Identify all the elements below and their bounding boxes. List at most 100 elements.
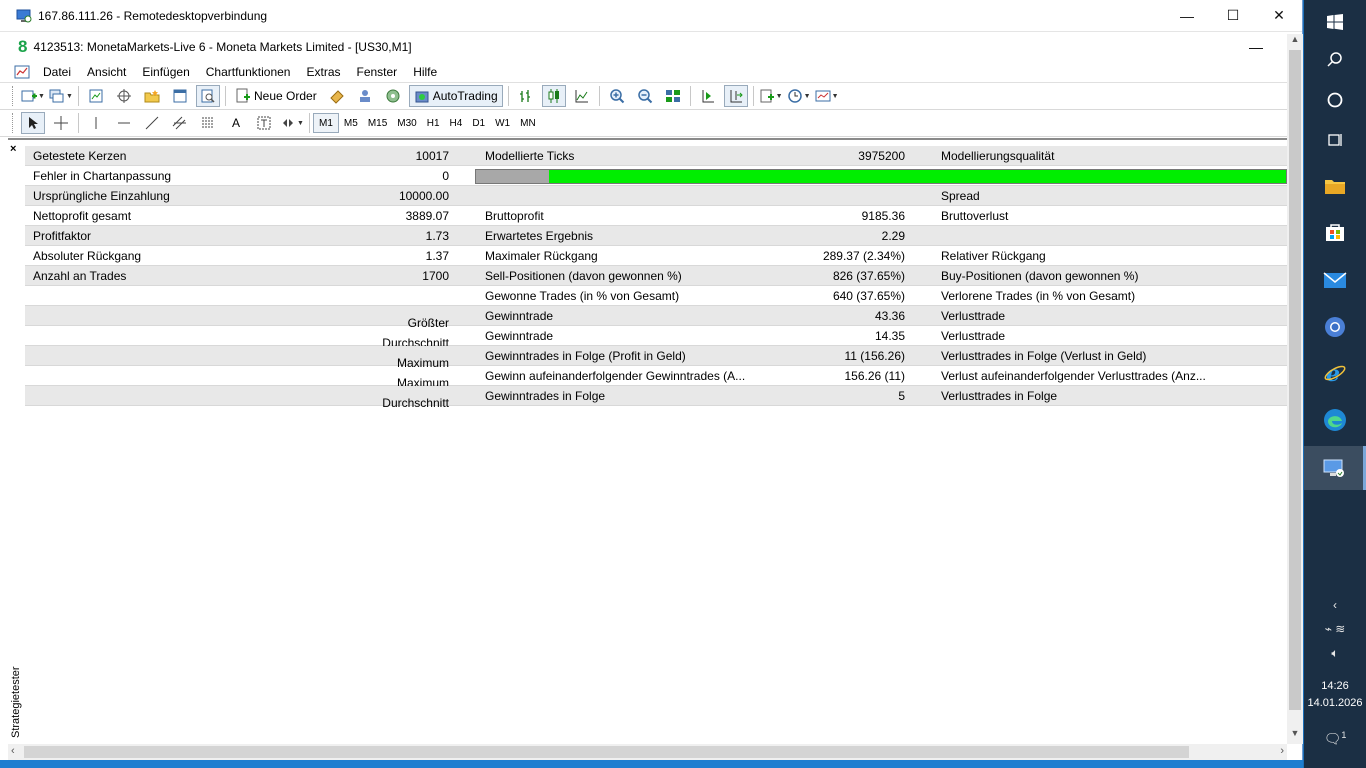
profiles-button[interactable]: ▼ xyxy=(49,85,73,107)
search-icon[interactable] xyxy=(1304,38,1366,82)
strategy-tester-button[interactable] xyxy=(196,85,220,107)
mail-icon[interactable] xyxy=(1304,258,1366,302)
navigator-button[interactable] xyxy=(112,85,136,107)
report-right-label: Spread xyxy=(941,188,980,203)
scroll-left-arrow-icon[interactable]: ‹ xyxy=(11,745,15,757)
action-center-notification-icon[interactable]: 🗨︎1 xyxy=(1304,730,1366,748)
report-row: Profitfaktor 1.73 Erwartetes Ergebnis 2.29 xyxy=(25,226,1287,246)
internet-explorer-icon[interactable]: e xyxy=(1304,351,1366,395)
scroll-down-arrow-icon[interactable]: ▼ xyxy=(1287,728,1303,744)
add-indicator-icon xyxy=(760,89,774,103)
templates-button[interactable]: ▼ xyxy=(815,85,839,107)
arrows-button[interactable]: ▼ xyxy=(280,112,304,134)
line-chart-button[interactable] xyxy=(570,85,594,107)
horizontal-scrollbar[interactable]: ‹ › xyxy=(8,744,1287,760)
crosshair-button[interactable] xyxy=(49,112,73,134)
menu-datei[interactable]: Datei xyxy=(36,65,80,79)
autoscroll-button[interactable] xyxy=(723,85,748,107)
indicators-button[interactable]: ▼ xyxy=(759,85,783,107)
vertical-scrollbar[interactable]: ▲ ▼ xyxy=(1287,34,1303,744)
chrome-icon[interactable] xyxy=(1304,305,1366,349)
cursor-button[interactable] xyxy=(21,112,45,134)
report-row: Durchschnitt Gewinntrades in Folge 5 Verlus… xyxy=(25,386,1287,410)
horizontal-line-button[interactable] xyxy=(112,112,136,134)
timeframe-d1[interactable]: D1 xyxy=(467,113,490,133)
rdp-maximize-button[interactable]: ☐ xyxy=(1210,0,1256,32)
vertical-line-button[interactable] xyxy=(84,112,108,134)
zoom-in-button[interactable] xyxy=(605,85,629,107)
menu-ansicht[interactable]: Ansicht xyxy=(80,65,135,79)
report-middle-label: Sell-Positionen (davon gewonnen %) xyxy=(485,268,682,283)
edge-icon[interactable] xyxy=(1304,398,1366,442)
toolbar-grip[interactable] xyxy=(12,86,15,106)
report-middle-cell: Modellierte Ticks 3975200 xyxy=(477,149,933,163)
timeframe-h4[interactable]: H4 xyxy=(445,113,468,133)
toolbar-grip[interactable] xyxy=(12,113,15,133)
signals-button[interactable] xyxy=(353,85,377,107)
trendline-button[interactable] xyxy=(140,112,164,134)
scroll-right-arrow-icon[interactable]: › xyxy=(1280,745,1284,757)
cursor-arrow-icon xyxy=(29,117,38,129)
network-wifi-icon[interactable]: ⌁ ≋ xyxy=(1304,622,1366,636)
report-right-label: Verlusttrades in Folge (Verlust in Geld) xyxy=(941,348,1147,363)
zoom-out-button[interactable] xyxy=(633,85,657,107)
crosshair-icon xyxy=(54,116,68,130)
menu-extras[interactable]: Extras xyxy=(299,65,349,79)
periods-button[interactable]: ▼ xyxy=(787,85,811,107)
new-chart-button[interactable]: ▼ xyxy=(21,85,45,107)
cortana-icon[interactable] xyxy=(1304,78,1366,122)
volume-speaker-icon[interactable]: 🔈︎ xyxy=(1304,646,1366,661)
report-middle-cell: Gewinntrades in Folge (Profit in Geld) 11… xyxy=(477,349,933,363)
timeframe-w1[interactable]: W1 xyxy=(490,113,515,133)
text-button[interactable]: A xyxy=(224,112,248,134)
report-right-label: Buy-Positionen (davon gewonnen %) xyxy=(941,268,1139,283)
equidistant-channel-button[interactable] xyxy=(168,112,192,134)
timeframe-mn[interactable]: MN xyxy=(515,113,541,133)
strategy-tester-tab[interactable]: Strategietester xyxy=(8,666,24,738)
tile-windows-button[interactable] xyxy=(661,85,685,107)
clock-time: 14:26 xyxy=(1321,680,1349,692)
autotrading-button[interactable]: AutoTrading xyxy=(408,85,503,107)
report-left-value: 1.37 xyxy=(425,248,449,263)
menu-hilfe[interactable]: Hilfe xyxy=(406,65,446,79)
report-right-label: Verlusttrade xyxy=(941,308,1006,323)
timeframe-m30[interactable]: M30 xyxy=(392,113,421,133)
report-middle-value: 640 (37.65%) xyxy=(832,288,905,303)
menu-fenster[interactable]: Fenster xyxy=(350,65,407,79)
menu-chartfunktionen[interactable]: Chartfunktionen xyxy=(199,65,300,79)
terminal-button[interactable] xyxy=(168,85,192,107)
timeframe-m15[interactable]: M15 xyxy=(363,113,392,133)
chart-window-icon[interactable] xyxy=(14,64,30,80)
zoom-out-icon xyxy=(637,89,652,104)
timeframe-m1[interactable]: M1 xyxy=(313,113,339,133)
scroll-up-arrow-icon[interactable]: ▲ xyxy=(1287,34,1303,50)
taskbar-clock[interactable]: 14:26 14.01.2026 xyxy=(1304,678,1366,712)
text-label-button[interactable] xyxy=(252,112,276,134)
vertical-scroll-thumb[interactable] xyxy=(1289,50,1301,710)
new-order-button[interactable]: Neue Order xyxy=(231,85,321,107)
rdp-minimize-button[interactable]: — xyxy=(1164,0,1210,32)
mt4-minimize-button[interactable]: — xyxy=(1249,39,1263,55)
rdp-close-button[interactable]: ✕ xyxy=(1256,0,1302,32)
metaeditor-button[interactable] xyxy=(325,85,349,107)
market-button[interactable] xyxy=(381,85,405,107)
menu-einfuegen[interactable]: Einfügen xyxy=(135,65,198,79)
show-hidden-icons-chevron-icon[interactable]: ‹ xyxy=(1304,598,1366,612)
report-row: Absoluter Rückgang 1.37 Maximaler Rückgang… xyxy=(25,246,1287,266)
timeframe-m5[interactable]: M5 xyxy=(339,113,363,133)
chart-shift-button[interactable] xyxy=(696,85,720,107)
report-left-label: Anzahl an Trades xyxy=(33,268,127,283)
remote-desktop-taskbar-icon[interactable] xyxy=(1304,446,1366,490)
horizontal-scroll-thumb[interactable] xyxy=(24,746,1189,758)
fibonacci-button[interactable] xyxy=(196,112,220,134)
market-watch-button[interactable] xyxy=(84,85,108,107)
file-explorer-icon[interactable] xyxy=(1304,164,1366,208)
task-view-icon[interactable] xyxy=(1304,118,1366,162)
timeframe-h1[interactable]: H1 xyxy=(422,113,445,133)
bar-chart-button[interactable] xyxy=(514,85,538,107)
report-middle-label: Gewinntrade xyxy=(485,308,554,323)
favorites-button[interactable] xyxy=(140,85,164,107)
store-icon[interactable] xyxy=(1304,210,1366,254)
panel-close-button[interactable]: × xyxy=(10,143,16,155)
candlestick-button[interactable] xyxy=(541,85,566,107)
